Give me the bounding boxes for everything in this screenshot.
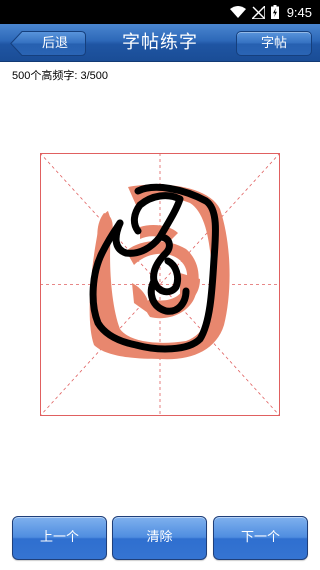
status-bar: 9:45	[0, 0, 320, 24]
next-button[interactable]: 下一个	[213, 516, 308, 560]
bottom-bar: 上一个 清除 下一个	[0, 516, 320, 560]
wifi-icon	[229, 6, 246, 18]
signal-off-icon	[251, 5, 265, 19]
title-bar: 后退 字帖练字 字帖	[0, 24, 320, 62]
copybook-button[interactable]: 字帖	[236, 31, 312, 56]
page-title: 字帖练字	[122, 32, 198, 53]
battery-charging-icon	[270, 5, 279, 19]
back-button[interactable]: 后退	[10, 31, 86, 56]
clear-button[interactable]: 清除	[112, 516, 207, 560]
back-label: 后退	[41, 36, 68, 51]
previous-button[interactable]: 上一个	[12, 516, 107, 560]
status-time: 9:45	[286, 4, 312, 20]
writing-canvas[interactable]	[39, 152, 281, 417]
status-icons: 9:45	[229, 3, 312, 21]
progress-text: 500个高频字: 3/500	[12, 70, 108, 82]
